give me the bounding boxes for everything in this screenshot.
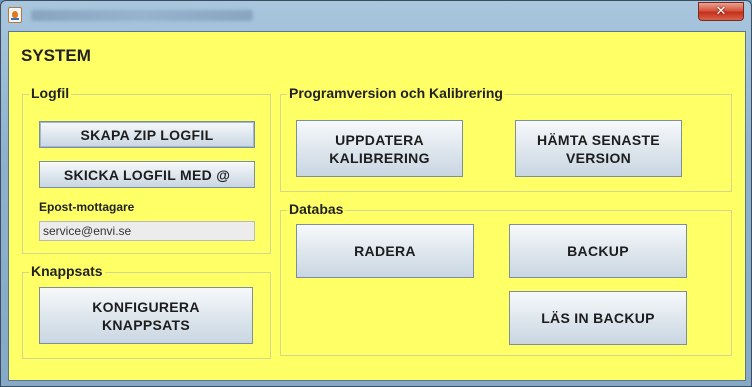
update-calibration-button[interactable]: UPPDATERA KALIBRERING	[296, 120, 463, 177]
logfil-group: Logfil SKAPA ZIP LOGFIL SKICKA LOGFIL ME…	[22, 85, 271, 254]
knappsats-group: Knappsats KONFIGURERA KNAPPSATS	[22, 263, 271, 359]
close-window-button[interactable]: ✕	[698, 2, 744, 21]
title-bar[interactable]: ✕	[1, 1, 751, 29]
system-panel: SYSTEM Logfil SKAPA ZIP LOGFIL SKICKA LO…	[8, 31, 746, 381]
delete-database-button[interactable]: RADERA	[296, 224, 474, 278]
database-group: Databas RADERA BACKUP LÄS IN BACKUP	[280, 201, 732, 356]
page-title: SYSTEM	[21, 46, 91, 65]
email-recipient-label: Epost-mottagare	[39, 200, 135, 214]
database-group-title: Databas	[287, 201, 346, 217]
update-calibration-label-line2: KALIBRERING	[329, 149, 430, 166]
logfil-group-title: Logfil	[29, 85, 72, 101]
fetch-latest-version-label-line2: VERSION	[565, 149, 632, 166]
send-logfile-email-button[interactable]: SKICKA LOGFIL MED @	[39, 161, 255, 188]
program-version-group-title: Programversion och Kalibrering	[287, 85, 505, 101]
close-icon: ✕	[715, 4, 727, 19]
create-zip-logfile-button[interactable]: SKAPA ZIP LOGFIL	[39, 121, 255, 148]
email-recipient-field[interactable]	[39, 221, 255, 241]
application-window: ✕ SYSTEM Logfil SKAPA ZIP LOGFIL SKICKA …	[0, 0, 752, 387]
program-version-group: Programversion och Kalibrering UPPDATERA…	[280, 85, 732, 192]
fetch-latest-version-button[interactable]: HÄMTA SENASTE VERSION	[515, 120, 682, 177]
fetch-latest-version-label-line1: HÄMTA SENASTE	[537, 131, 660, 148]
knappsats-group-title: Knappsats	[29, 263, 105, 279]
window-title	[31, 8, 261, 22]
configure-keypad-button[interactable]: KONFIGURERA KNAPPSATS	[39, 287, 253, 344]
configure-keypad-label-line1: KONFIGURERA	[92, 298, 200, 315]
update-calibration-label-line1: UPPDATERA	[335, 131, 424, 148]
java-app-icon	[8, 7, 22, 23]
configure-keypad-label-line2: KNAPPSATS	[101, 316, 190, 333]
restore-backup-button[interactable]: LÄS IN BACKUP	[509, 291, 687, 345]
backup-button[interactable]: BACKUP	[509, 224, 687, 278]
